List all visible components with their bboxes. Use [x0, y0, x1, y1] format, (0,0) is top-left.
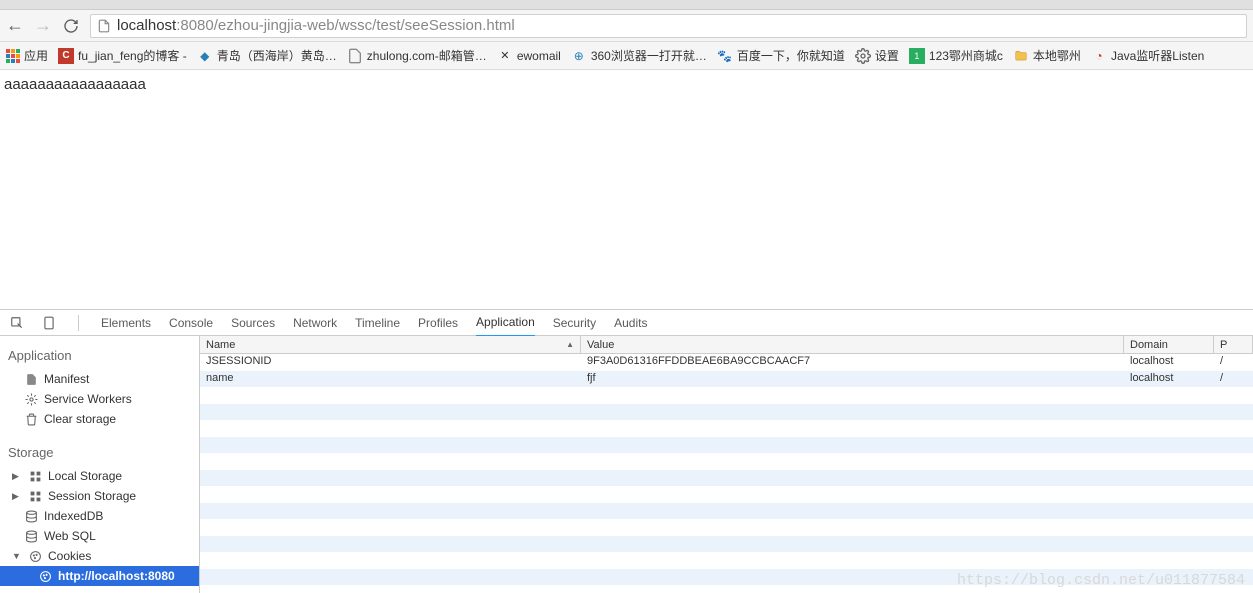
browser-tab-bar — [0, 0, 1253, 10]
expand-icon: ▶ — [12, 491, 22, 502]
file-icon — [24, 372, 38, 386]
section-application: Application — [0, 342, 199, 369]
bookmark-item[interactable]: ◆ 青岛（西海岸）黄岛… — [197, 47, 337, 64]
table-row — [200, 404, 1253, 421]
col-domain[interactable]: Domain — [1124, 336, 1214, 353]
bookmark-icon: ◔ — [1091, 48, 1107, 64]
tab-profiles[interactable]: Profiles — [418, 310, 458, 336]
table-row — [200, 387, 1253, 404]
cookie-icon — [28, 549, 42, 563]
sidebar-session-storage[interactable]: ▶ Session Storage — [0, 486, 199, 506]
table-row[interactable]: name fjf localhost / — [200, 371, 1253, 388]
table-row — [200, 470, 1253, 487]
back-button[interactable]: ← — [6, 15, 24, 36]
folder-icon — [1013, 48, 1029, 64]
bookmark-icon: ⊕ — [571, 48, 587, 64]
bookmark-item[interactable]: ⊕ 360浏览器一打开就… — [571, 47, 707, 64]
bookmark-icon: C — [58, 48, 74, 64]
gear-icon — [24, 392, 38, 406]
section-storage: Storage — [0, 439, 199, 466]
table-header: Name ▲ Value Domain P — [200, 336, 1253, 354]
devtools-panel: Elements Console Sources Network Timelin… — [0, 309, 1253, 593]
collapse-icon: ▼ — [12, 551, 22, 561]
devtools-main: Name ▲ Value Domain P JSESSIONID 9F3A0D6… — [200, 336, 1253, 593]
url-text: localhost:8080/ezhou-jingjia-web/wssc/te… — [117, 17, 515, 34]
table-row — [200, 486, 1253, 503]
bookmark-item[interactable]: ✕ ewomail — [497, 48, 561, 64]
address-bar: ← → localhost:8080/ezhou-jingjia-web/wss… — [0, 10, 1253, 42]
sidebar-indexeddb[interactable]: IndexedDB — [0, 506, 199, 526]
bookmark-icon — [347, 48, 363, 64]
trash-icon — [24, 412, 38, 426]
devtools-tabs: Elements Console Sources Network Timelin… — [0, 310, 1253, 336]
col-name[interactable]: Name ▲ — [200, 336, 581, 353]
table-row — [200, 536, 1253, 553]
sidebar-cookies-origin[interactable]: http://localhost:8080 — [0, 566, 199, 586]
table-row — [200, 552, 1253, 569]
page-content: aaaaaaaaaaaaaaaaa — [0, 70, 1253, 309]
table-row — [200, 503, 1253, 520]
url-input[interactable]: localhost:8080/ezhou-jingjia-web/wssc/te… — [90, 14, 1247, 38]
apps-label: 应用 — [24, 47, 48, 64]
tab-security[interactable]: Security — [553, 310, 596, 336]
cookie-icon — [38, 569, 52, 583]
table-row — [200, 453, 1253, 470]
bookmark-item[interactable]: 本地鄂州 — [1013, 47, 1081, 64]
device-icon[interactable] — [42, 316, 56, 330]
bookmark-icon: 🐾 — [717, 48, 733, 64]
bookmark-item[interactable]: 设置 — [855, 47, 899, 64]
bookmark-item[interactable]: ◔ Java监听器Listen — [1091, 47, 1204, 64]
forward-button[interactable]: → — [34, 15, 52, 36]
apps-icon — [6, 49, 20, 63]
inspect-icon[interactable] — [10, 316, 24, 330]
bookmark-item[interactable]: zhulong.com-邮箱管… — [347, 47, 487, 64]
storage-icon — [28, 469, 42, 483]
expand-icon: ▶ — [12, 471, 22, 482]
storage-icon — [28, 489, 42, 503]
tab-elements[interactable]: Elements — [101, 310, 151, 336]
database-icon — [24, 529, 38, 543]
apps-button[interactable]: 应用 — [6, 47, 48, 64]
col-path[interactable]: P — [1214, 336, 1253, 353]
table-body: JSESSIONID 9F3A0D61316FFDDBEAE6BA9CCBCAA… — [200, 354, 1253, 593]
col-value[interactable]: Value — [581, 336, 1124, 353]
sidebar-local-storage[interactable]: ▶ Local Storage — [0, 466, 199, 486]
tab-console[interactable]: Console — [169, 310, 213, 336]
sidebar-manifest[interactable]: Manifest — [0, 369, 199, 389]
reload-button[interactable] — [62, 17, 80, 35]
bookmark-item[interactable]: 1 123鄂州商城c — [909, 47, 1003, 64]
tab-timeline[interactable]: Timeline — [355, 310, 400, 336]
devtools-sidebar: Application Manifest Service Workers Cle… — [0, 336, 200, 593]
sidebar-websql[interactable]: Web SQL — [0, 526, 199, 546]
gear-icon — [855, 48, 871, 64]
bookmark-icon: 1 — [909, 48, 925, 64]
table-row[interactable]: JSESSIONID 9F3A0D61316FFDDBEAE6BA9CCBCAA… — [200, 354, 1253, 371]
tab-application[interactable]: Application — [476, 309, 535, 337]
sidebar-service-workers[interactable]: Service Workers — [0, 389, 199, 409]
divider — [78, 315, 79, 331]
tab-network[interactable]: Network — [293, 310, 337, 336]
sidebar-cookies[interactable]: ▼ Cookies — [0, 546, 199, 566]
table-row — [200, 437, 1253, 454]
table-row — [200, 569, 1253, 586]
tab-sources[interactable]: Sources — [231, 310, 275, 336]
bookmark-icon: ◆ — [197, 48, 213, 64]
bookmark-icon: ✕ — [497, 48, 513, 64]
bookmark-item[interactable]: 🐾 百度一下，你就知道 — [717, 47, 845, 64]
sidebar-clear-storage[interactable]: Clear storage — [0, 409, 199, 429]
table-row — [200, 519, 1253, 536]
bookmark-item[interactable]: C fu_jian_feng的博客 - — [58, 47, 187, 64]
tab-audits[interactable]: Audits — [614, 310, 647, 336]
table-row — [200, 420, 1253, 437]
page-icon — [97, 19, 111, 33]
sort-asc-icon: ▲ — [566, 340, 574, 349]
bookmarks-bar: 应用 C fu_jian_feng的博客 - ◆ 青岛（西海岸）黄岛… zhul… — [0, 42, 1253, 70]
database-icon — [24, 509, 38, 523]
